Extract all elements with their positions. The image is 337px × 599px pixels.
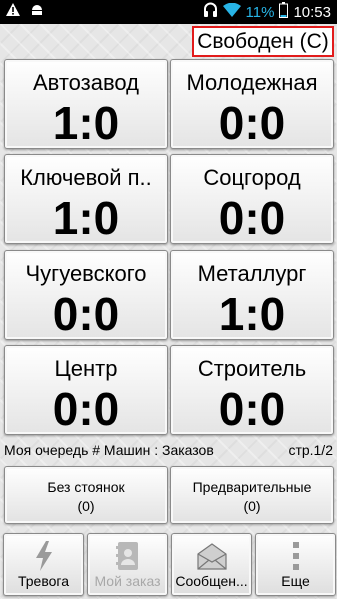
zone-tile-chuguevskogo[interactable]: Чугуевского 0:0 (4, 250, 168, 340)
zone-tile-tsentr[interactable]: Центр 0:0 (4, 345, 168, 435)
driver-status-badge[interactable]: Свободен (С) (192, 26, 334, 57)
zone-name: Автозавод (32, 70, 140, 95)
alarm-label: Тревога (18, 573, 69, 589)
zone-score: 1:0 (52, 192, 120, 244)
zone-tile-stroitel[interactable]: Строитель 0:0 (170, 345, 334, 435)
zone-score: 0:0 (218, 383, 286, 435)
notification-icons (6, 3, 44, 21)
system-indicators: 11% 10:53 (203, 2, 331, 22)
my-order-label: Мой заказ (94, 573, 161, 589)
queue-label: Моя очередь # Машин : Заказов (4, 442, 214, 458)
zone-tile-metallurg[interactable]: Металлург 1:0 (170, 250, 334, 340)
zone-score: 1:0 (218, 288, 286, 340)
my-order-button[interactable]: Мой заказ (87, 533, 168, 596)
lightning-icon (4, 541, 83, 571)
zone-name: Металлург (197, 261, 307, 286)
zone-tile-molodezhnaya[interactable]: Молодежная 0:0 (170, 59, 334, 149)
clock: 10:53 (293, 3, 331, 21)
page-indicator: стр.1/2 (288, 442, 333, 458)
zone-score: 1:0 (52, 97, 120, 149)
button-label: Предварительные (192, 479, 312, 495)
order-count: (0) (77, 498, 95, 514)
more-vertical-icon (256, 541, 335, 571)
zone-name: Ключевой п.. (20, 165, 152, 190)
zone-tile-klyuchevoy[interactable]: Ключевой п.. 1:0 (4, 154, 168, 244)
zone-score: 0:0 (218, 97, 286, 149)
battery-icon (279, 2, 289, 22)
zone-name: Чугуевского (25, 261, 147, 286)
order-count: (0) (243, 498, 261, 514)
zone-tile-avtozavod[interactable]: Автозавод 1:0 (4, 59, 168, 149)
more-button[interactable]: Еще (255, 533, 336, 596)
no-stand-orders-button[interactable]: Без стоянок (0) (4, 466, 168, 524)
zone-name: Молодежная (186, 70, 318, 95)
headset-icon (203, 2, 218, 22)
envelope-icon (172, 541, 251, 571)
zone-score: 0:0 (52, 288, 120, 340)
warning-icon (6, 3, 20, 21)
zone-score: 0:0 (218, 192, 286, 244)
status-bar: 11% 10:53 (0, 0, 337, 24)
contact-book-icon (88, 541, 167, 571)
button-label: Без стоянок (47, 479, 125, 495)
zone-tile-sotsgorod[interactable]: Соцгород 0:0 (170, 154, 334, 244)
wifi-icon (222, 2, 241, 21)
zone-name: Центр (54, 356, 118, 381)
messages-label: Сообщен... (175, 573, 248, 589)
preliminary-orders-button[interactable]: Предварительные (0) (170, 466, 334, 524)
alarm-button[interactable]: Тревога (3, 533, 84, 596)
messages-button[interactable]: Сообщен... (171, 533, 252, 596)
zone-name: Строитель (197, 356, 307, 381)
more-label: Еще (281, 573, 310, 589)
queue-info-row: Моя очередь # Машин : Заказов стр.1/2 (2, 440, 335, 460)
battery-percent: 11% (245, 3, 275, 21)
zone-name: Соцгород (203, 165, 301, 190)
zone-score: 0:0 (52, 383, 120, 435)
android-debug-icon (30, 3, 44, 21)
